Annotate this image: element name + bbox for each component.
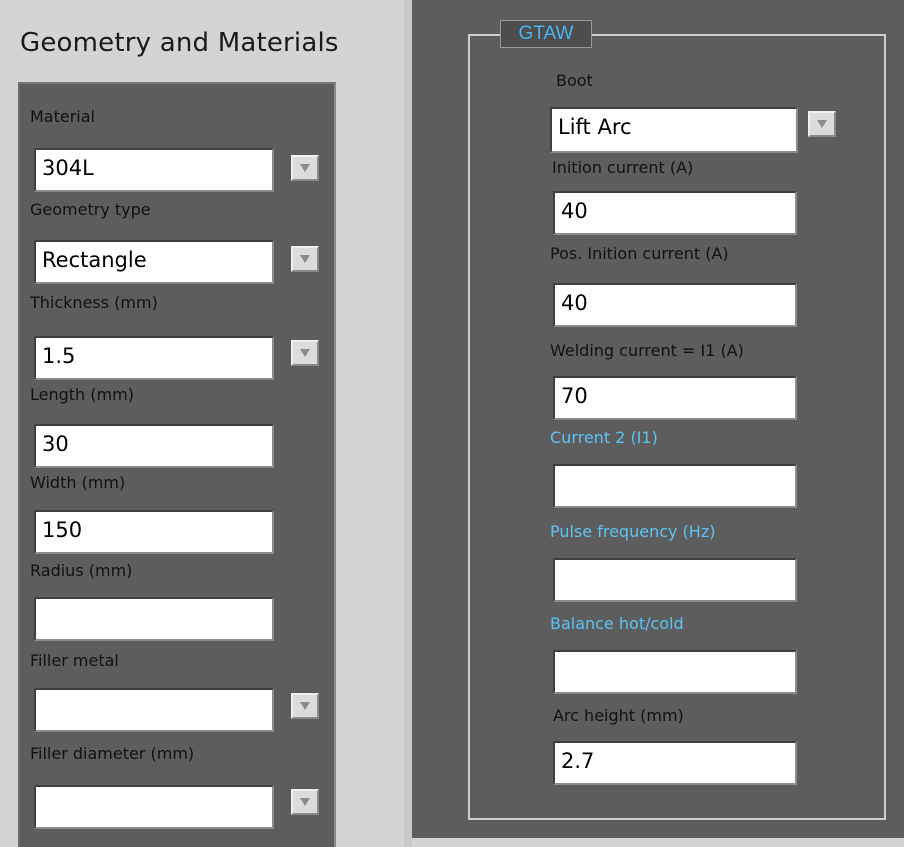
radius-field[interactable] bbox=[34, 597, 274, 641]
length-field[interactable]: 30 bbox=[34, 424, 274, 468]
width-field[interactable]: 150 bbox=[34, 510, 274, 554]
chevron-down-icon bbox=[300, 702, 310, 710]
boot-field[interactable]: Lift Arc bbox=[550, 107, 798, 153]
filler-metal-label: Filler metal bbox=[30, 651, 119, 670]
pulse-frequency-field[interactable] bbox=[553, 558, 797, 602]
thickness-label: Thickness (mm) bbox=[30, 293, 158, 312]
filler-metal-field[interactable] bbox=[34, 688, 274, 732]
geometry-type-label: Geometry type bbox=[30, 200, 151, 219]
balance-hot-cold-label: Balance hot/cold bbox=[550, 614, 684, 633]
thickness-field[interactable]: 1.5 bbox=[34, 336, 274, 380]
chevron-down-icon bbox=[300, 255, 310, 263]
boot-dropdown-button[interactable] bbox=[808, 111, 836, 137]
filler-diameter-dropdown-button[interactable] bbox=[291, 789, 319, 815]
welding-current-field[interactable]: 70 bbox=[553, 376, 797, 420]
pos-inition-current-label: Pos. Inition current (A) bbox=[550, 244, 729, 263]
filler-diameter-label: Filler diameter (mm) bbox=[30, 744, 195, 763]
radius-label: Radius (mm) bbox=[30, 561, 133, 580]
chevron-down-icon bbox=[817, 120, 827, 128]
welding-current-label: Welding current = I1 (A) bbox=[550, 341, 744, 360]
material-field[interactable]: 304L bbox=[34, 148, 274, 192]
chevron-down-icon bbox=[300, 349, 310, 357]
length-label: Length (mm) bbox=[30, 385, 134, 404]
width-label: Width (mm) bbox=[30, 473, 126, 492]
boot-label: Boot bbox=[556, 71, 593, 90]
current-2-label: Current 2 (I1) bbox=[550, 428, 658, 447]
filler-metal-dropdown-button[interactable] bbox=[291, 693, 319, 719]
arc-height-field[interactable]: 2.7 bbox=[553, 741, 797, 785]
inition-current-field[interactable]: 40 bbox=[553, 191, 797, 235]
chevron-down-icon bbox=[300, 164, 310, 172]
balance-hot-cold-field[interactable] bbox=[553, 650, 797, 694]
current-2-field[interactable] bbox=[553, 464, 797, 508]
arc-height-label: Arc height (mm) bbox=[553, 706, 684, 725]
pulse-frequency-label: Pulse frequency (Hz) bbox=[550, 522, 716, 541]
bottom-strip bbox=[412, 838, 904, 847]
filler-diameter-field[interactable] bbox=[34, 785, 274, 829]
gtaw-group-title: GTAW bbox=[500, 20, 592, 48]
geometry-type-field[interactable]: Rectangle bbox=[34, 240, 274, 284]
material-label: Material bbox=[30, 107, 95, 126]
material-dropdown-button[interactable] bbox=[291, 155, 319, 181]
thickness-dropdown-button[interactable] bbox=[291, 340, 319, 366]
chevron-down-icon bbox=[300, 798, 310, 806]
section-title-geometry: Geometry and Materials bbox=[20, 28, 339, 58]
geometry-type-dropdown-button[interactable] bbox=[291, 246, 319, 272]
pos-inition-current-field[interactable]: 40 bbox=[553, 283, 797, 327]
inition-current-label: Inition current (A) bbox=[552, 158, 694, 177]
panel-divider bbox=[404, 0, 412, 847]
